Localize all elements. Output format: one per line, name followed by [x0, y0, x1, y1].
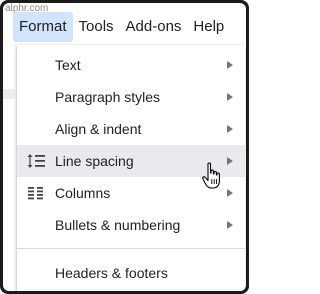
menu-item-label: Headers & footers [55, 265, 168, 281]
submenu-arrow-icon [227, 93, 233, 101]
menu-item-label: Text [55, 57, 81, 73]
app-window: alphr.com Format Tools Add-ons Help Text… [3, 3, 246, 291]
submenu-arrow-icon [227, 125, 233, 133]
menu-item-label: Columns [55, 185, 111, 201]
hand-pointer-cursor-icon [202, 162, 220, 189]
columns-icon [28, 187, 43, 200]
submenu-arrow-icon [227, 157, 233, 165]
menu-bar: Format Tools Add-ons Help [3, 11, 246, 43]
menu-help[interactable]: Help [187, 12, 230, 42]
line-spacing-icon [27, 154, 45, 168]
menu-divider [17, 248, 245, 249]
menu-format[interactable]: Format [13, 12, 73, 42]
menu-item-label: Paragraph styles [55, 89, 161, 105]
menu-item-label: Bullets & numbering [55, 217, 181, 233]
submenu-arrow-icon [227, 189, 233, 197]
window-frame: alphr.com Format Tools Add-ons Help Text… [0, 0, 249, 294]
submenu-arrow-icon [227, 221, 233, 229]
left-panel-edge [3, 89, 15, 99]
menu-tools[interactable]: Tools [73, 12, 120, 42]
menu-item-align-indent[interactable]: Align & indent [17, 113, 245, 145]
menu-item-text[interactable]: Text [17, 49, 245, 81]
menu-item-paragraph-styles[interactable]: Paragraph styles [17, 81, 245, 113]
menu-item-bullets-numbering[interactable]: Bullets & numbering [17, 209, 245, 241]
menu-add-ons[interactable]: Add-ons [120, 12, 188, 42]
menu-item-label: Align & indent [55, 121, 142, 137]
menu-item-label: Line spacing [55, 153, 134, 169]
submenu-arrow-icon [227, 61, 233, 69]
menu-item-headers-footers[interactable]: Headers & footers [17, 257, 245, 289]
